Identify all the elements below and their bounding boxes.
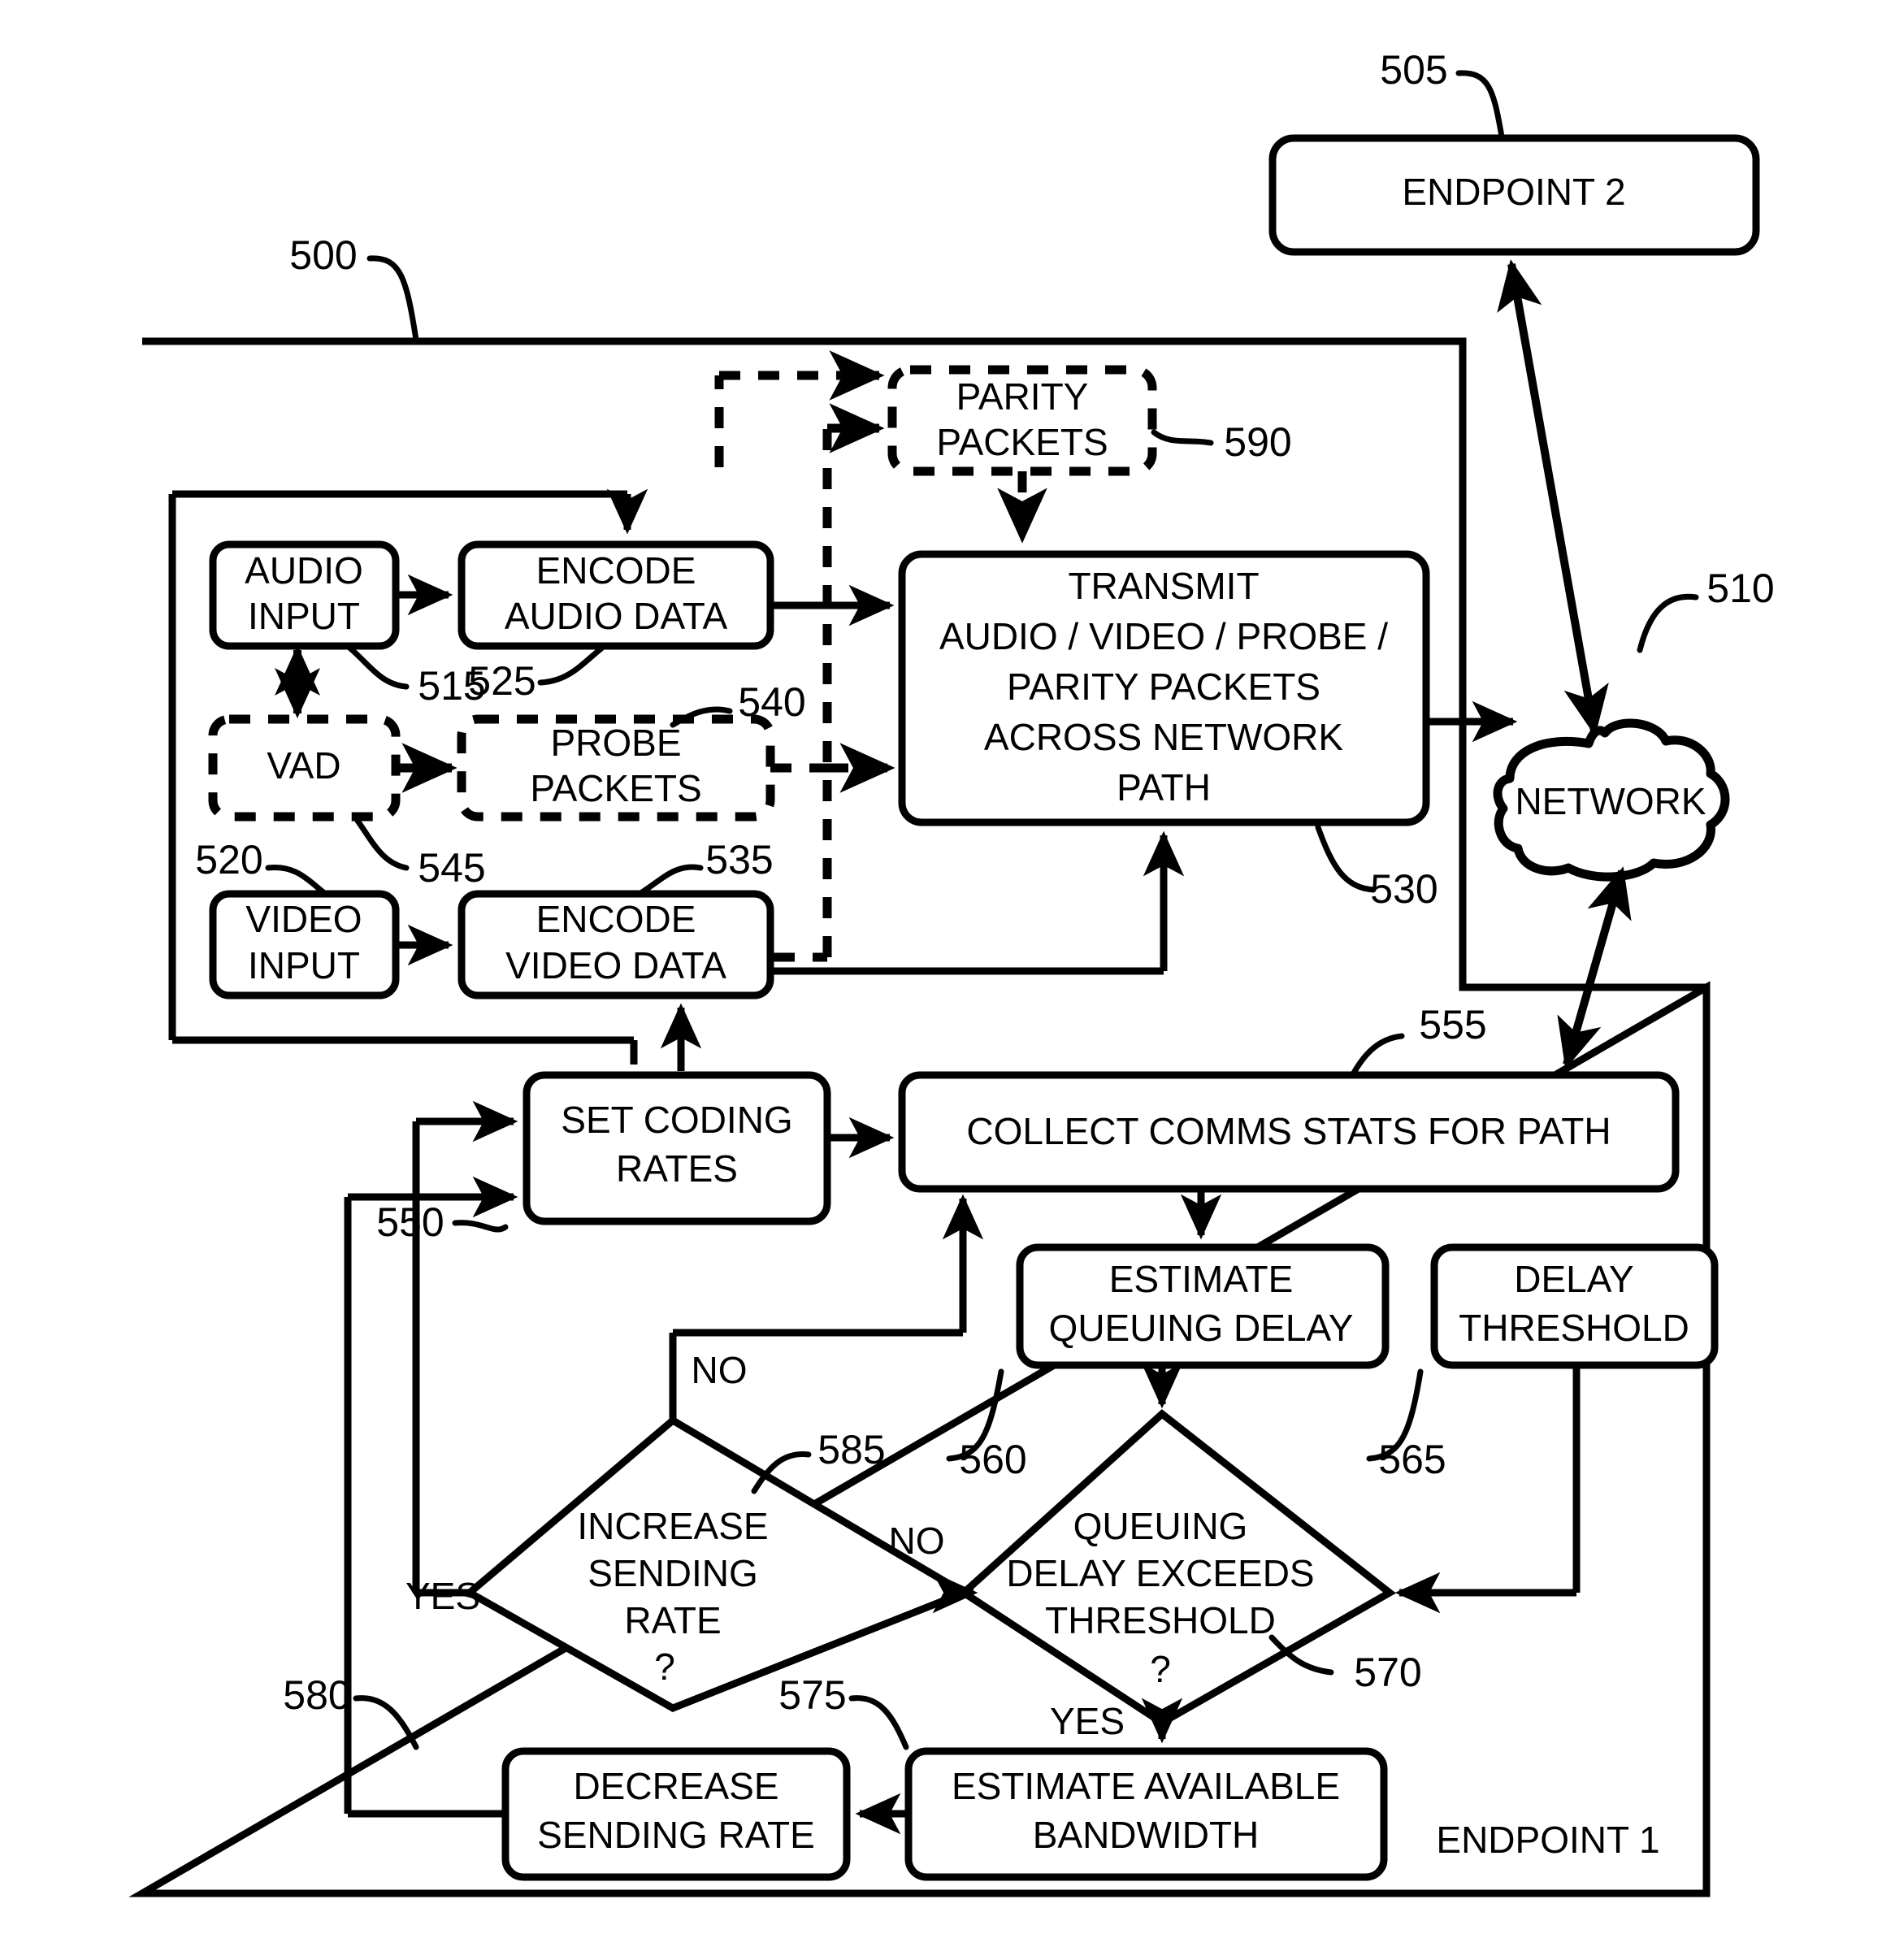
patent-figure-canvas: ENDPOINT 2 505 ENDPOINT 1 500 NETWORK 51… bbox=[0, 0, 1895, 1960]
set-coding-rates-label-1: SET CODING bbox=[561, 1099, 792, 1141]
endpoint2-label: ENDPOINT 2 bbox=[1402, 171, 1625, 213]
edge-network-endpoint2 bbox=[1497, 259, 1609, 736]
queuing-decision-label-2: DELAY EXCEEDS bbox=[1006, 1552, 1314, 1594]
transmit-label-3: PARITY PACKETS bbox=[1007, 666, 1320, 708]
leader-505 bbox=[1455, 70, 1505, 140]
ref-540: 540 bbox=[738, 679, 805, 725]
estimate-queuing-delay-label-2: QUEUING DELAY bbox=[1049, 1307, 1354, 1349]
edge-label-increase-yes: YES bbox=[405, 1575, 480, 1617]
encode-video-label-1: ENCODE bbox=[536, 898, 696, 940]
set-coding-rates-label-2: RATES bbox=[616, 1147, 738, 1190]
encode-video-label-2: VIDEO DATA bbox=[505, 944, 726, 987]
transmit-label-2: AUDIO / VIDEO / PROBE / bbox=[939, 615, 1388, 657]
estimate-queuing-delay-label-1: ESTIMATE bbox=[1109, 1258, 1294, 1300]
ref-500: 500 bbox=[289, 232, 357, 278]
ref-505: 505 bbox=[1380, 47, 1447, 93]
ref-510: 510 bbox=[1706, 566, 1774, 611]
audio-input-label-1: AUDIO bbox=[245, 549, 363, 592]
ref-580: 580 bbox=[283, 1672, 350, 1718]
increase-decision-label-3: RATE bbox=[624, 1599, 721, 1641]
network-label: NETWORK bbox=[1515, 780, 1706, 822]
ref-570: 570 bbox=[1354, 1650, 1421, 1695]
endpoint1-label: ENDPOINT 1 bbox=[1436, 1819, 1659, 1861]
leader-590 bbox=[1151, 429, 1214, 446]
increase-decision-label-1: INCREASE bbox=[577, 1505, 768, 1547]
decrease-rate-label-2: SENDING RATE bbox=[537, 1814, 815, 1856]
queuing-decision-label-3: THRESHOLD bbox=[1045, 1599, 1276, 1641]
probe-packets-label-2: PACKETS bbox=[530, 767, 701, 809]
parity-packets-label-1: PARITY bbox=[956, 375, 1089, 418]
leader-575 bbox=[848, 1695, 909, 1750]
queuing-decision-label-4: ? bbox=[1150, 1648, 1171, 1690]
leader-535 bbox=[639, 864, 704, 895]
queuing-decision-label-1: QUEUING bbox=[1073, 1505, 1248, 1547]
ref-575: 575 bbox=[778, 1672, 846, 1718]
leader-520 bbox=[265, 864, 327, 895]
decrease-rate-label-1: DECREASE bbox=[573, 1765, 778, 1807]
ref-525: 525 bbox=[468, 658, 536, 704]
vad-label: VAD bbox=[267, 744, 340, 787]
ref-545: 545 bbox=[418, 845, 485, 891]
parity-packets-label-2: PACKETS bbox=[936, 421, 1108, 463]
ref-565: 565 bbox=[1378, 1437, 1446, 1482]
ref-530: 530 bbox=[1370, 866, 1438, 912]
transmit-label-1: TRANSMIT bbox=[1068, 565, 1259, 607]
transmit-label-5: PATH bbox=[1117, 766, 1211, 809]
collect-stats-label: COLLECT COMMS STATS FOR PATH bbox=[966, 1110, 1611, 1152]
edge-label-increase-no: NO bbox=[692, 1349, 748, 1391]
ref-560: 560 bbox=[959, 1437, 1026, 1482]
ref-585: 585 bbox=[817, 1427, 885, 1472]
encode-audio-label-2: AUDIO DATA bbox=[505, 595, 728, 637]
ref-555: 555 bbox=[1419, 1002, 1486, 1047]
ref-550: 550 bbox=[376, 1199, 444, 1245]
leader-545 bbox=[354, 817, 410, 871]
leader-515 bbox=[346, 644, 410, 690]
edge-network-endpoint1 bbox=[1557, 866, 1632, 1069]
leader-550 bbox=[452, 1220, 509, 1233]
increase-decision-label-4: ? bbox=[654, 1646, 675, 1688]
audio-input-label-2: INPUT bbox=[248, 595, 360, 637]
leader-555 bbox=[1350, 1033, 1405, 1078]
edge-label-queuing-yes: YES bbox=[1050, 1700, 1125, 1742]
ref-520: 520 bbox=[195, 837, 262, 882]
delay-threshold-label-2: THRESHOLD bbox=[1459, 1307, 1689, 1349]
probe-packets-label-1: PROBE bbox=[550, 722, 681, 764]
encode-audio-label-1: ENCODE bbox=[536, 549, 696, 592]
ref-590: 590 bbox=[1224, 419, 1291, 465]
delay-threshold-label-1: DELAY bbox=[1514, 1258, 1633, 1300]
ref-535: 535 bbox=[705, 837, 773, 882]
increase-decision-label-2: SENDING bbox=[588, 1552, 758, 1594]
transmit-label-4: ACROSS NETWORK bbox=[984, 716, 1343, 758]
edge-label-queuing-no: NO bbox=[889, 1520, 945, 1562]
leader-530 bbox=[1315, 824, 1377, 893]
estimate-bandwidth-label-1: ESTIMATE AVAILABLE bbox=[952, 1765, 1340, 1807]
video-input-label-2: INPUT bbox=[248, 944, 360, 987]
video-input-label-1: VIDEO bbox=[245, 898, 362, 940]
leader-500 bbox=[366, 255, 419, 343]
diagram-svg: ENDPOINT 2 505 ENDPOINT 1 500 NETWORK 51… bbox=[128, 47, 1775, 1897]
leader-510 bbox=[1637, 593, 1699, 653]
leader-525 bbox=[537, 645, 605, 686]
estimate-bandwidth-label-2: BANDWIDTH bbox=[1033, 1814, 1260, 1856]
